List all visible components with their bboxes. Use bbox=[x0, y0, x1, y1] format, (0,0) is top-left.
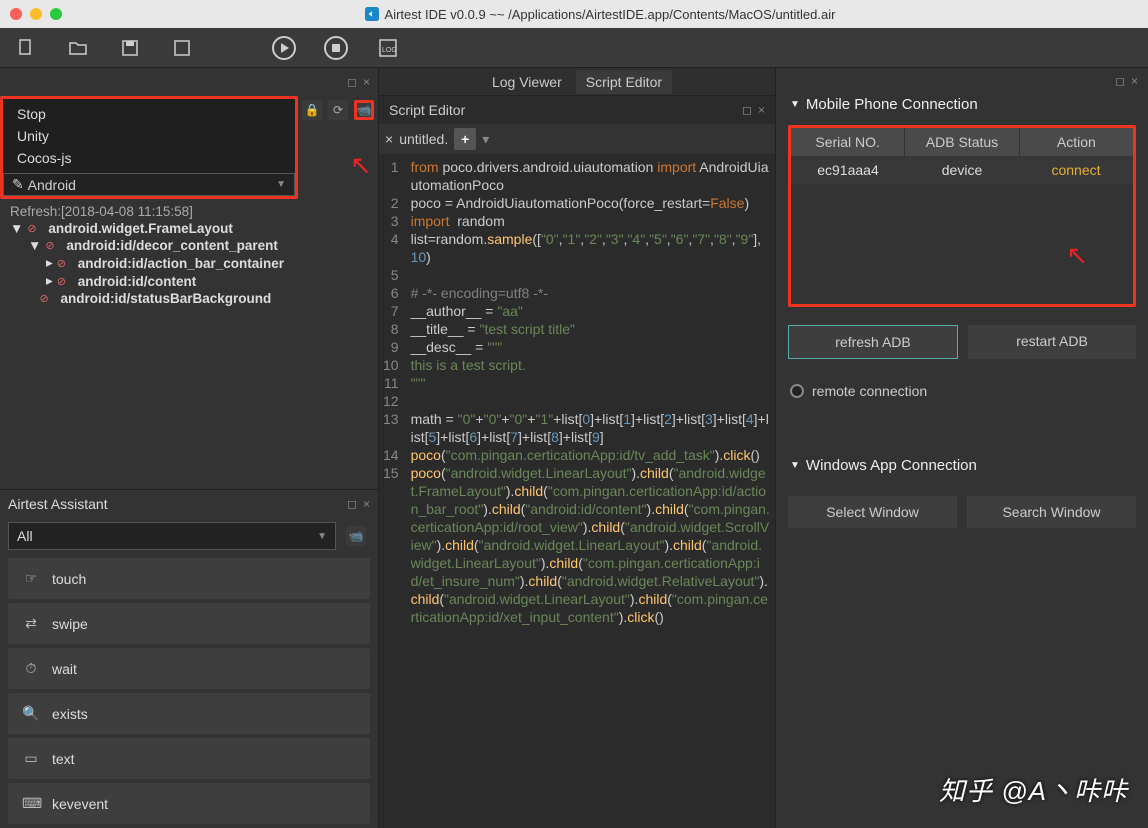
col-action: Action bbox=[1020, 128, 1133, 156]
run-icon[interactable] bbox=[268, 32, 300, 64]
log-icon[interactable]: LOG bbox=[372, 32, 404, 64]
col-serial: Serial NO. bbox=[791, 128, 905, 156]
assistant-item-swipe[interactable]: ⇄swipe bbox=[8, 603, 370, 644]
swipe-icon: ⇄ bbox=[22, 615, 40, 632]
poco-panel-header: ◻× bbox=[0, 68, 378, 96]
lock-icon[interactable]: 🔒 bbox=[302, 100, 322, 120]
tree-node[interactable]: ⊘ android:id/statusBarBackground bbox=[10, 290, 368, 307]
assistant-item-wait[interactable]: ⏱wait bbox=[8, 648, 370, 689]
assistant-item-touch[interactable]: ☞touch bbox=[8, 558, 370, 599]
detach-icon[interactable]: ◻ bbox=[347, 497, 357, 511]
remote-connection-option[interactable]: remote connection bbox=[786, 373, 1138, 409]
close-window-icon[interactable] bbox=[10, 8, 22, 20]
close-panel-icon[interactable]: × bbox=[758, 103, 765, 117]
dropdown-option-cocosjs[interactable]: Cocos-js bbox=[17, 147, 281, 169]
assistant-item-kevevent[interactable]: ⌨kevevent bbox=[8, 783, 370, 824]
text-icon: ▭ bbox=[22, 750, 40, 767]
record-icon[interactable]: 📹 bbox=[354, 100, 374, 120]
kevevent-icon: ⌨ bbox=[22, 795, 40, 812]
device-serial: ec91aaa4 bbox=[791, 156, 905, 184]
tab-log-viewer[interactable]: Log Viewer bbox=[482, 70, 572, 94]
refresh-icon[interactable]: ⟳ bbox=[328, 100, 348, 120]
file-tab[interactable]: untitled. bbox=[399, 131, 448, 147]
device-status: device bbox=[905, 156, 1019, 184]
new-file-icon[interactable] bbox=[10, 32, 42, 64]
select-window-button[interactable]: Select Window bbox=[788, 496, 957, 528]
file-tabs: × untitled. + ▾ bbox=[379, 124, 775, 154]
edit-icon: ✎ bbox=[12, 176, 24, 193]
center-tabs: Log Viewer Script Editor bbox=[379, 68, 775, 96]
radio-icon[interactable] bbox=[790, 384, 804, 398]
detach-icon[interactable]: ◻ bbox=[347, 75, 357, 89]
poco-mode-dropdown-box: Stop Unity Cocos-js ✎ Android ▼ bbox=[0, 96, 298, 199]
save-icon[interactable] bbox=[114, 32, 146, 64]
code-editor[interactable]: 123456789101112131415 from poco.drivers.… bbox=[379, 154, 775, 828]
script-editor-header: Script Editor ◻× bbox=[379, 96, 775, 124]
dropdown-option-stop[interactable]: Stop bbox=[17, 103, 281, 125]
close-file-icon[interactable]: × bbox=[385, 131, 393, 147]
watermark: 知乎 @A丶咔咔 bbox=[939, 771, 1128, 808]
col-adb-status: ADB Status bbox=[905, 128, 1019, 156]
mobile-connection-title: ▼Mobile Phone Connection bbox=[786, 88, 1138, 121]
refresh-adb-button[interactable]: refresh ADB bbox=[788, 325, 958, 359]
titlebar: Airtest IDE v0.0.9 ~~ /Applications/Airt… bbox=[0, 0, 1148, 28]
close-panel-icon[interactable]: × bbox=[1131, 74, 1138, 88]
app-icon bbox=[365, 7, 379, 21]
touch-icon: ☞ bbox=[22, 570, 40, 587]
ui-hierarchy-tree[interactable]: Refresh:[2018-04-08 11:15:58] ▼ ⊘ androi… bbox=[0, 199, 378, 311]
assistant-item-text[interactable]: ▭text bbox=[8, 738, 370, 779]
window-controls bbox=[10, 8, 62, 20]
close-panel-icon[interactable]: × bbox=[363, 75, 370, 89]
detach-icon[interactable]: ◻ bbox=[1115, 74, 1125, 88]
detach-icon[interactable]: ◻ bbox=[742, 103, 752, 117]
poco-mode-dropdown-list[interactable]: Stop Unity Cocos-js bbox=[3, 99, 295, 173]
airtest-assistant-panel: Airtest Assistant ◻ × All▼ 📹 ☞touch⇄swipe… bbox=[0, 489, 378, 828]
assistant-title: Airtest Assistant bbox=[8, 496, 108, 512]
refresh-timestamp: Refresh:[2018-04-08 11:15:58] bbox=[10, 203, 368, 220]
add-tab-button[interactable]: + bbox=[454, 128, 476, 150]
windows-connection-title: ▼Windows App Connection bbox=[786, 449, 1138, 482]
assistant-item-exists[interactable]: 🔍exists bbox=[8, 693, 370, 734]
tab-script-editor[interactable]: Script Editor bbox=[576, 70, 672, 94]
main-toolbar: LOG bbox=[0, 28, 1148, 68]
wait-icon: ⏱ bbox=[22, 660, 40, 677]
search-window-button[interactable]: Search Window bbox=[967, 496, 1136, 528]
connect-button[interactable]: connect bbox=[1019, 156, 1133, 184]
tree-node[interactable]: ▼ ⊘ android:id/decor_content_parent bbox=[10, 237, 368, 254]
close-panel-icon[interactable]: × bbox=[363, 497, 370, 511]
camera-icon[interactable]: 📹 bbox=[346, 526, 366, 546]
poco-toolbar: 🔒 ⟳ 📹 bbox=[298, 96, 378, 124]
stop-icon[interactable] bbox=[320, 32, 352, 64]
dropdown-option-unity[interactable]: Unity bbox=[17, 125, 281, 147]
minimize-window-icon[interactable] bbox=[30, 8, 42, 20]
assistant-filter-dropdown[interactable]: All▼ bbox=[8, 522, 336, 550]
open-folder-icon[interactable] bbox=[62, 32, 94, 64]
tree-root[interactable]: ▼ ⊘ android.widget.FrameLayout bbox=[10, 220, 368, 237]
device-table: Serial NO. ADB Status Action ec91aaa4 de… bbox=[788, 125, 1136, 307]
chevron-down-icon: ▼ bbox=[276, 179, 286, 190]
maximize-window-icon[interactable] bbox=[50, 8, 62, 20]
restart-adb-button[interactable]: restart ADB bbox=[968, 325, 1136, 359]
poco-mode-dropdown-selected[interactable]: ✎ Android ▼ bbox=[3, 173, 295, 196]
tree-node[interactable]: ▸ ⊘ android:id/content bbox=[10, 272, 368, 290]
device-row: ec91aaa4 device connect bbox=[791, 156, 1133, 184]
window-title: Airtest IDE v0.0.9 ~~ /Applications/Airt… bbox=[62, 7, 1138, 22]
chevron-down-icon: ▼ bbox=[317, 531, 327, 542]
exists-icon: 🔍 bbox=[22, 705, 40, 722]
tab-overflow-icon[interactable]: ▾ bbox=[482, 131, 489, 148]
tree-node[interactable]: ▸ ⊘ android:id/action_bar_container bbox=[10, 254, 368, 272]
svg-text:LOG: LOG bbox=[382, 47, 397, 54]
save-as-icon[interactable] bbox=[166, 32, 198, 64]
